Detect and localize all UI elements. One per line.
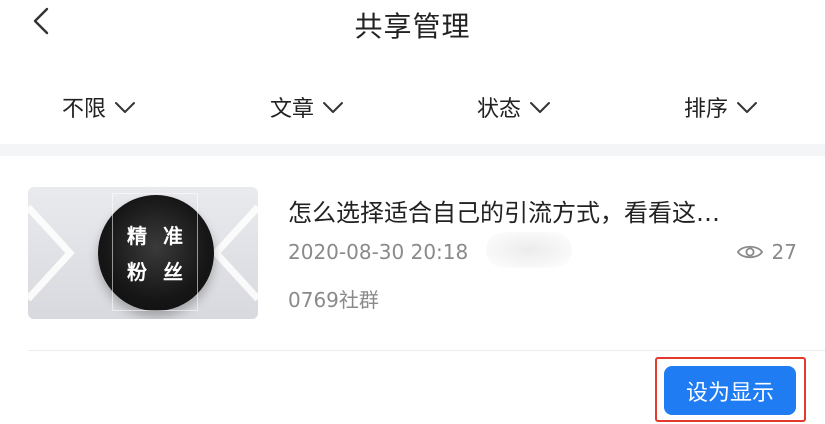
filter-status-label: 状态 <box>477 97 522 122</box>
view-count: 27 <box>736 240 797 264</box>
article-thumbnail: 精 准 粉 丝 <box>28 187 258 319</box>
view-count-value: 27 <box>771 240 797 264</box>
eye-icon <box>736 243 764 261</box>
divider <box>28 350 825 351</box>
filter-sort-label: 排序 <box>684 97 729 122</box>
section-separator <box>0 144 825 156</box>
filter-scope[interactable]: 不限 <box>62 82 136 132</box>
filter-sort[interactable]: 排序 <box>684 82 758 132</box>
filter-type-label: 文章 <box>270 97 315 122</box>
top-bar: 共享管理 <box>0 0 825 50</box>
chevron-down-icon <box>736 100 758 114</box>
chevron-down-icon <box>322 100 344 114</box>
filter-bar: 不限 文章 状态 排序 <box>0 82 825 132</box>
thumbnail-char: 粉 <box>127 259 147 284</box>
chevron-down-icon <box>529 100 551 114</box>
filter-scope-label: 不限 <box>62 97 107 122</box>
thumbnail-char: 准 <box>163 223 183 248</box>
article-title[interactable]: 怎么选择适合自己的引流方式，看看这… <box>288 193 798 228</box>
blurred-field <box>486 232 572 268</box>
article-card[interactable]: 精 准 粉 丝 怎么选择适合自己的引流方式，看看这… 2020-08-30 20… <box>0 156 825 424</box>
filter-type[interactable]: 文章 <box>270 82 344 132</box>
article-date: 2020-08-30 20:18 <box>288 240 469 264</box>
thumbnail-caption: 精 准 粉 丝 <box>112 193 198 311</box>
thumbnail-char: 丝 <box>163 259 183 284</box>
filter-status[interactable]: 状态 <box>477 82 551 132</box>
set-visible-button[interactable]: 设为显示 <box>664 366 796 415</box>
article-source: 0769社群 <box>288 288 379 312</box>
chevron-down-icon <box>114 100 136 114</box>
chevron-decoration-icon <box>28 204 75 302</box>
page-title: 共享管理 <box>354 10 471 43</box>
thumbnail-char: 精 <box>127 223 147 248</box>
